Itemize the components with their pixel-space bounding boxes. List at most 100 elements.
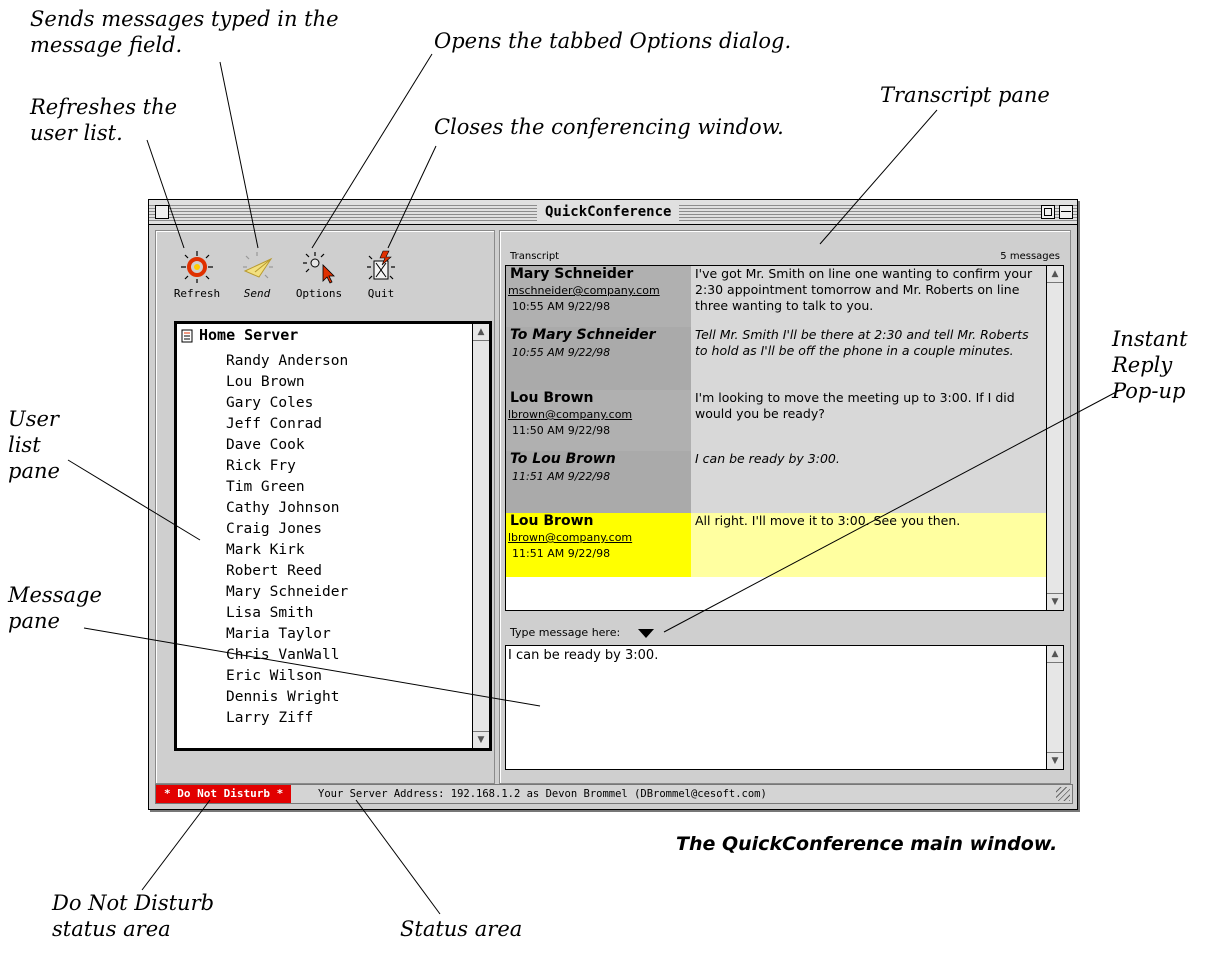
quit-button[interactable]: Quit <box>352 245 410 305</box>
message-time: 11:51 AM 9/22/98 <box>512 547 611 560</box>
user-list-item[interactable]: Cathy Johnson <box>226 498 348 519</box>
message-sender-cell: Lou Brown lbrown@company.com 11:51 AM 9/… <box>506 513 691 577</box>
quickconference-window: QuickConference Refresh Send Options Qui… <box>148 199 1078 810</box>
user-list-item[interactable]: Lou Brown <box>226 372 348 393</box>
user-list-item[interactable]: Jeff Conrad <box>226 414 348 435</box>
server-address-status: Your Server Address: 192.168.1.2 as Devo… <box>318 788 767 800</box>
scroll-down-arrow-icon[interactable]: ▼ <box>1047 593 1063 610</box>
quit-label: Quit <box>367 287 395 300</box>
callout-refresh: Refreshes the user list. <box>30 95 178 145</box>
user-list-item[interactable]: Mark Kirk <box>226 540 348 561</box>
message-recipient-cell: To Lou Brown 11:51 AM 9/22/98 <box>506 451 691 513</box>
message-field-value[interactable]: I can be ready by 3:00. <box>508 648 658 663</box>
message-recipient-cell: To Mary Schneider 10:55 AM 9/22/98 <box>506 327 691 390</box>
callout-transcript: Transcript pane <box>880 83 1050 107</box>
message-text: All right. I'll move it to 3:00. See you… <box>691 513 1046 577</box>
callout-user-list: User list pane <box>8 407 60 483</box>
user-list-item[interactable]: Eric Wilson <box>226 666 348 687</box>
do-not-disturb-status[interactable]: * Do Not Disturb * <box>156 785 292 803</box>
server-icon <box>181 329 193 343</box>
user-list-scrollbar[interactable]: ▲ ▼ <box>472 324 489 748</box>
scroll-up-arrow-icon[interactable]: ▲ <box>1047 266 1063 283</box>
server-name[interactable]: Home Server <box>199 326 298 344</box>
figure-caption: The QuickConference main window. <box>676 833 1058 855</box>
message-count: 5 messages <box>1000 251 1060 262</box>
sender-email-link[interactable]: mschneider@company.com <box>508 284 691 297</box>
transcript-message-highlighted[interactable]: Lou Brown lbrown@company.com 11:51 AM 9/… <box>506 513 1046 577</box>
window-title: QuickConference <box>537 202 680 222</box>
options-icon <box>303 252 335 284</box>
user-list-item[interactable]: Tim Green <box>226 477 348 498</box>
message-sender-cell: Mary Schneider mschneider@company.com 10… <box>506 266 691 327</box>
user-list-item[interactable]: Rick Fry <box>226 456 348 477</box>
message-time: 10:55 AM 9/22/98 <box>512 346 611 359</box>
message-time: 10:55 AM 9/22/98 <box>512 300 611 313</box>
callout-status: Status area <box>400 917 523 941</box>
message-field[interactable]: I can be ready by 3:00. ▲ ▼ <box>505 645 1064 770</box>
user-list-item[interactable]: Chris VanWall <box>226 645 348 666</box>
user-list-item[interactable]: Gary Coles <box>226 393 348 414</box>
message-field-label: Type message here: <box>510 626 621 639</box>
message-time: 11:50 AM 9/22/98 <box>512 424 611 437</box>
transcript-message[interactable]: Lou Brown lbrown@company.com 11:50 AM 9/… <box>506 390 1046 451</box>
user-list-item[interactable]: Maria Taylor <box>226 624 348 645</box>
transcript-message[interactable]: Mary Schneider mschneider@company.com 10… <box>506 266 1046 327</box>
callout-options: Opens the tabbed Options dialog. <box>434 29 792 53</box>
user-list-item[interactable]: Dave Cook <box>226 435 348 456</box>
sender-email-link[interactable]: lbrown@company.com <box>508 531 691 544</box>
left-pane: Refresh Send Options Quit Home Server Ra… <box>155 230 495 784</box>
sender-email-link[interactable]: lbrown@company.com <box>508 408 691 421</box>
scroll-down-arrow-icon[interactable]: ▼ <box>1047 752 1063 769</box>
collapse-box[interactable] <box>1059 205 1073 219</box>
callout-instant-reply: Instant Reply Pop-up <box>1112 327 1188 403</box>
message-field-scrollbar[interactable]: ▲ ▼ <box>1046 646 1063 769</box>
user-list-item[interactable]: Robert Reed <box>226 561 348 582</box>
title-bar[interactable]: QuickConference <box>149 200 1077 225</box>
user-list-pane[interactable]: Home Server Randy Anderson Lou Brown Gar… <box>174 321 492 751</box>
user-list-item[interactable]: Craig Jones <box>226 519 348 540</box>
message-text: I've got Mr. Smith on line one wanting t… <box>691 266 1046 327</box>
user-list-item[interactable]: Lisa Smith <box>226 603 348 624</box>
callout-dnd: Do Not Disturb status area <box>52 891 215 941</box>
zoom-box[interactable] <box>1041 205 1055 219</box>
callout-message: Message pane <box>8 583 102 633</box>
resize-grip-icon[interactable] <box>1056 787 1070 801</box>
sender-name: Lou Brown <box>510 390 594 406</box>
transcript-scrollbar[interactable]: ▲ ▼ <box>1046 266 1063 610</box>
options-button[interactable]: Options <box>290 245 348 305</box>
message-sender-cell: Lou Brown lbrown@company.com 11:50 AM 9/… <box>506 390 691 451</box>
sender-name: Lou Brown <box>510 513 594 529</box>
user-list-item[interactable]: Dennis Wright <box>226 687 348 708</box>
refresh-icon <box>181 251 213 283</box>
right-pane: Transcript 5 messages Mary Schneider msc… <box>499 230 1071 784</box>
callout-quit: Closes the conferencing window. <box>434 115 784 139</box>
send-icon <box>243 252 273 279</box>
user-list: Randy Anderson Lou Brown Gary Coles Jeff… <box>226 351 348 729</box>
user-list-item[interactable]: Mary Schneider <box>226 582 348 603</box>
send-label: Send <box>243 287 271 300</box>
instant-reply-popup-icon[interactable] <box>638 629 654 638</box>
message-text: I'm looking to move the meeting up to 3:… <box>691 390 1046 451</box>
callout-send: Sends messages typed in the message fiel… <box>30 7 339 57</box>
options-label: Options <box>295 287 343 300</box>
scroll-up-arrow-icon[interactable]: ▲ <box>473 324 489 341</box>
send-button[interactable]: Send <box>228 245 286 305</box>
scroll-up-arrow-icon[interactable]: ▲ <box>1047 646 1063 663</box>
quit-icon <box>367 250 395 280</box>
status-bar: * Do Not Disturb * Your Server Address: … <box>155 784 1073 804</box>
close-box[interactable] <box>155 205 169 219</box>
transcript-label: Transcript <box>510 251 560 262</box>
scroll-down-arrow-icon[interactable]: ▼ <box>473 731 489 748</box>
transcript-message[interactable]: To Lou Brown 11:51 AM 9/22/98 I can be r… <box>506 451 1046 513</box>
refresh-button[interactable]: Refresh <box>168 245 226 305</box>
message-text: Tell Mr. Smith I'll be there at 2:30 and… <box>691 327 1046 390</box>
message-text: I can be ready by 3:00. <box>691 451 1046 513</box>
transcript-pane[interactable]: Mary Schneider mschneider@company.com 10… <box>505 265 1064 611</box>
refresh-label: Refresh <box>173 287 221 300</box>
message-time: 11:51 AM 9/22/98 <box>512 470 611 483</box>
user-list-item[interactable]: Larry Ziff <box>226 708 348 729</box>
transcript-message[interactable]: To Mary Schneider 10:55 AM 9/22/98 Tell … <box>506 327 1046 390</box>
sender-name: Mary Schneider <box>510 266 634 282</box>
recipient-name: To Lou Brown <box>510 451 616 467</box>
user-list-item[interactable]: Randy Anderson <box>226 351 348 372</box>
